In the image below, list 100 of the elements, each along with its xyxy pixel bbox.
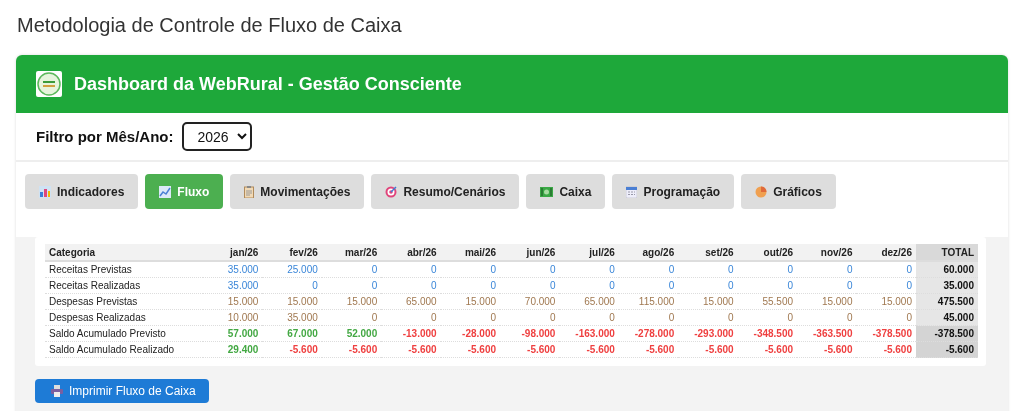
category-cell: Despesas Previstas xyxy=(45,293,203,310)
value-cell: 15.000 xyxy=(262,293,322,310)
tab[interactable]: Movimentações xyxy=(230,174,365,209)
value-cell: -293.000 xyxy=(678,325,738,342)
value-cell: 0 xyxy=(559,309,619,326)
value-cell: -5.600 xyxy=(440,341,501,358)
value-cell: 0 xyxy=(737,309,798,326)
value-cell: -98.000 xyxy=(500,325,560,342)
clipboard-icon xyxy=(244,185,255,198)
calendar-icon xyxy=(626,185,638,198)
filter-label: Filtro por Mês/Ano: xyxy=(36,128,174,145)
column-header: out/26 xyxy=(737,244,798,261)
value-cell: 55.500 xyxy=(737,293,798,310)
value-cell: 115.000 xyxy=(618,293,679,310)
line-chart-icon xyxy=(159,185,172,198)
value-cell: 0 xyxy=(618,261,679,278)
value-cell: 25.000 xyxy=(262,261,322,278)
value-cell: 15.000 xyxy=(203,293,263,310)
banknote-icon xyxy=(540,186,554,197)
value-cell: 0 xyxy=(500,277,560,294)
value-cell: 0 xyxy=(321,261,382,278)
target-icon xyxy=(385,185,398,198)
value-cell: 0 xyxy=(500,309,560,326)
value-cell: 65.000 xyxy=(381,293,441,310)
value-cell: 0 xyxy=(618,309,679,326)
value-cell: 0 xyxy=(618,277,679,294)
value-cell: 29.400 xyxy=(203,341,263,358)
value-cell: 0 xyxy=(678,277,738,294)
value-cell: 15.000 xyxy=(678,293,738,310)
value-cell: 10.000 xyxy=(203,309,263,326)
value-cell: -348.500 xyxy=(737,325,798,342)
value-cell: 0 xyxy=(262,277,322,294)
value-cell: 0 xyxy=(321,277,382,294)
column-header: jun/26 xyxy=(500,244,560,261)
value-cell: 15.000 xyxy=(440,293,501,310)
value-cell: -363.500 xyxy=(797,325,857,342)
print-button[interactable]: Imprimir Fluxo de Caixa xyxy=(35,379,209,403)
column-header: ago/26 xyxy=(618,244,679,261)
value-cell: 0 xyxy=(797,277,857,294)
column-header: set/26 xyxy=(678,244,738,261)
value-cell: 0 xyxy=(440,261,501,278)
value-cell: -163.000 xyxy=(559,325,619,342)
value-cell: 35.000 xyxy=(262,309,322,326)
value-cell: 0 xyxy=(440,277,501,294)
value-cell: -278.000 xyxy=(618,325,679,342)
column-header: jul/26 xyxy=(559,244,619,261)
value-cell: 67.000 xyxy=(262,325,322,342)
value-cell: -5.600 xyxy=(559,341,619,358)
value-cell: 0 xyxy=(559,277,619,294)
column-header: fev/26 xyxy=(262,244,322,261)
tab[interactable]: Indicadores xyxy=(25,174,139,209)
category-cell: Despesas Realizadas xyxy=(45,309,203,326)
value-cell: 0 xyxy=(678,309,738,326)
column-header: jan/26 xyxy=(203,244,263,261)
value-cell: 0 xyxy=(678,261,738,278)
column-header: dez/26 xyxy=(856,244,916,261)
tab[interactable]: Resumo/Cenários xyxy=(371,174,520,209)
value-cell: 15.000 xyxy=(797,293,857,310)
column-header: mar/26 xyxy=(321,244,382,261)
year-dropdown[interactable]: 2026 xyxy=(181,122,252,151)
value-cell: 0 xyxy=(797,309,857,326)
column-header: nov/26 xyxy=(797,244,857,261)
value-cell: 0 xyxy=(500,261,560,278)
value-cell: 0 xyxy=(440,309,501,326)
column-header: Categoria xyxy=(45,244,203,261)
column-header: TOTAL xyxy=(916,244,978,261)
tab[interactable]: Programação xyxy=(612,174,735,209)
logo-icon xyxy=(36,71,62,97)
category-cell: Saldo Acumulado Previsto xyxy=(45,325,203,342)
value-cell: -5.600 xyxy=(262,341,322,358)
value-cell: 0 xyxy=(381,309,441,326)
value-cell: -5.600 xyxy=(321,341,382,358)
value-cell: 70.000 xyxy=(500,293,560,310)
value-cell: -5.600 xyxy=(618,341,679,358)
value-cell: -13.000 xyxy=(381,325,441,342)
value-cell: 0 xyxy=(381,277,441,294)
value-cell: -5.600 xyxy=(500,341,560,358)
value-cell: -28.000 xyxy=(440,325,501,342)
value-cell: 35.000 xyxy=(203,261,263,278)
tab[interactable]: Gráficos xyxy=(741,174,836,209)
value-cell: 0 xyxy=(737,277,798,294)
value-cell: 35.000 xyxy=(203,277,263,294)
column-header: abr/26 xyxy=(381,244,441,261)
bar-chart-icon xyxy=(39,185,51,198)
tab[interactable]: Caixa xyxy=(526,174,606,209)
printer-icon xyxy=(51,385,63,397)
category-cell: Receitas Realizadas xyxy=(45,277,203,294)
value-cell: -5.600 xyxy=(797,341,857,358)
value-cell: -5.600 xyxy=(678,341,738,358)
ball-icon xyxy=(755,185,768,198)
value-cell: 0 xyxy=(381,261,441,278)
value-cell: -5.600 xyxy=(381,341,441,358)
value-cell: 0 xyxy=(321,309,382,326)
value-cell: -5.600 xyxy=(737,341,798,358)
value-cell: 52.000 xyxy=(321,325,382,342)
category-cell: Saldo Acumulado Realizado xyxy=(45,341,203,358)
value-cell: 65.000 xyxy=(559,293,619,310)
value-cell: 57.000 xyxy=(203,325,263,342)
column-header: mai/26 xyxy=(440,244,501,261)
value-cell: 15.000 xyxy=(321,293,382,310)
